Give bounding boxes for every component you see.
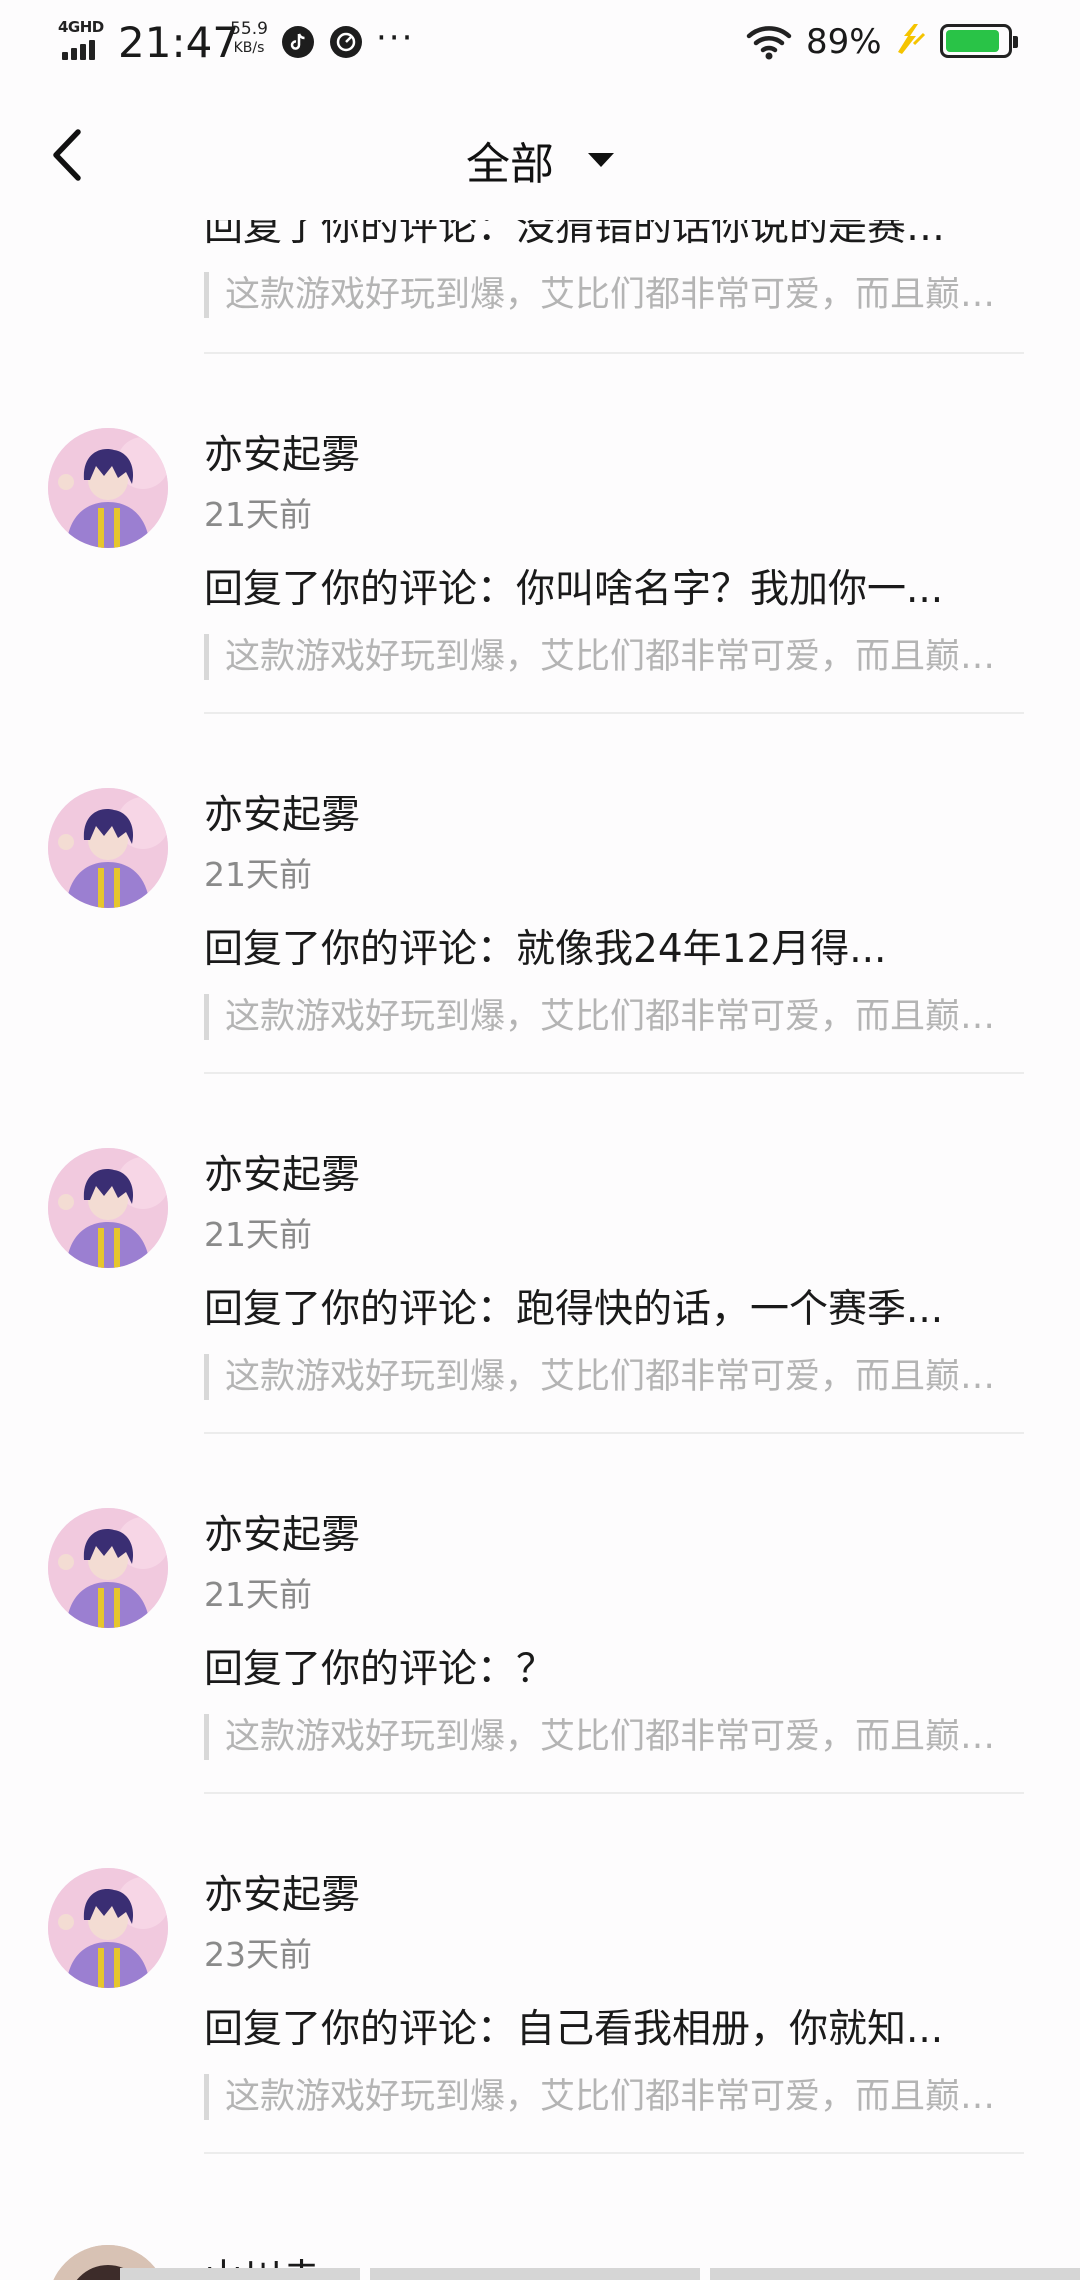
reply-text: 回复了你的评论：自己看我相册，你就知...: [204, 2007, 944, 2052]
avatar[interactable]: [48, 788, 168, 908]
avatar-image: [48, 428, 168, 548]
filter-dropdown[interactable]: 全部: [0, 128, 1080, 192]
quoted-comment: 这款游戏好玩到爆，艾比们都非常可爱，而且巅…: [204, 634, 1004, 680]
bottom-fade-overlay: [120, 2268, 1080, 2280]
battery-fill: [946, 30, 1000, 52]
divider: [204, 2152, 1024, 2154]
reply-text: 回复了你的评论：跑得快的话，一个赛季...: [204, 1287, 944, 1332]
quoted-comment: 这款游戏好玩到爆，艾比们都非常可爱，而且巅…: [204, 2074, 1004, 2120]
reply-text: 回复了你的评论：？: [204, 1647, 556, 1692]
quoted-comment: 这款游戏好玩到爆，艾比们都非常可爱，而且巅…: [204, 1714, 1004, 1760]
reply-text: 回复了你的评论：就像我24年12月得...: [204, 927, 887, 972]
avatar[interactable]: [48, 1148, 168, 1268]
quoted-comment: 这款游戏好玩到爆，艾比们都非常可爱，而且巅…: [204, 1354, 1004, 1400]
timestamp: 21天前: [204, 495, 312, 534]
username[interactable]: 亦安起雾: [204, 1144, 360, 1200]
avatar-image: [48, 1508, 168, 1628]
timestamp: 21天前: [204, 1575, 312, 1614]
list-item[interactable]: 亦安起雾 23天前 回复了你的评论：自己看我相册，你就知... 这款游戏好玩到爆…: [0, 1794, 1080, 2154]
avatar-image: [48, 788, 168, 908]
more-notifications-icon: ···: [376, 18, 415, 58]
list-item[interactable]: 亦安起雾 21天前 回复了你的评论：你叫啥名字？我加你一... 这款游戏好玩到爆…: [0, 354, 1080, 714]
charging-bolt-icon: [898, 24, 926, 54]
timestamp: 21天前: [204, 855, 312, 894]
avatar[interactable]: [48, 428, 168, 548]
list-item[interactable]: 亦安起雾 21天前 回复了你的评论：？ 这款游戏好玩到爆，艾比们都非常可爱，而且…: [0, 1434, 1080, 1794]
list-item[interactable]: 亦安起雾 21天前 回复了你的评论：跑得快的话，一个赛季... 这款游戏好玩到爆…: [0, 1074, 1080, 1434]
battery-icon: [940, 24, 1018, 58]
username[interactable]: 亦安起雾: [204, 1504, 360, 1560]
caret-down-icon[interactable]: [588, 153, 614, 167]
clock: 21:47: [118, 18, 240, 67]
list-item[interactable]: 亦安起雾 21天前 回复了你的评论：就像我24年12月得... 这款游戏好玩到爆…: [0, 714, 1080, 1074]
network-speed-unit: KB/s: [233, 40, 265, 56]
screen: 4GHD 21:47 55.9 KB/s ··· 89% 回复了你的评论：没猜错…: [0, 0, 1080, 2280]
username[interactable]: 亦安起雾: [204, 784, 360, 840]
network-type: 4GHD: [58, 18, 104, 36]
timestamp: 21天前: [204, 1215, 312, 1254]
avatar-image: [48, 1148, 168, 1268]
quoted-comment: 这款游戏好玩到爆，艾比们都非常可爱，而且巅…: [204, 272, 1004, 318]
cellular-signal-icon: 4GHD: [58, 18, 108, 60]
speedometer-notification-icon: [330, 26, 362, 58]
network-speed: 55.9 KB/s: [224, 20, 274, 58]
wifi-icon: [746, 26, 792, 60]
quoted-comment: 这款游戏好玩到爆，艾比们都非常可爱，而且巅…: [204, 994, 1004, 1040]
status-bar: 4GHD 21:47 55.9 KB/s ··· 89%: [0, 0, 1080, 90]
page-title[interactable]: 全部: [466, 128, 554, 192]
nav-bar: 全部: [0, 90, 1080, 220]
avatar[interactable]: [48, 1868, 168, 1988]
network-speed-value: 55.9: [230, 19, 268, 39]
reply-text: 回复了你的评论：你叫啥名字？我加你一...: [204, 567, 944, 612]
username[interactable]: 亦安起雾: [204, 1864, 360, 1920]
tiktok-notification-icon: [282, 26, 314, 58]
username[interactable]: 亦安起雾: [204, 424, 360, 480]
avatar[interactable]: [48, 1508, 168, 1628]
timestamp: 23天前: [204, 1935, 312, 1974]
battery-percentage: 89%: [806, 22, 882, 62]
avatar-image: [48, 1868, 168, 1988]
